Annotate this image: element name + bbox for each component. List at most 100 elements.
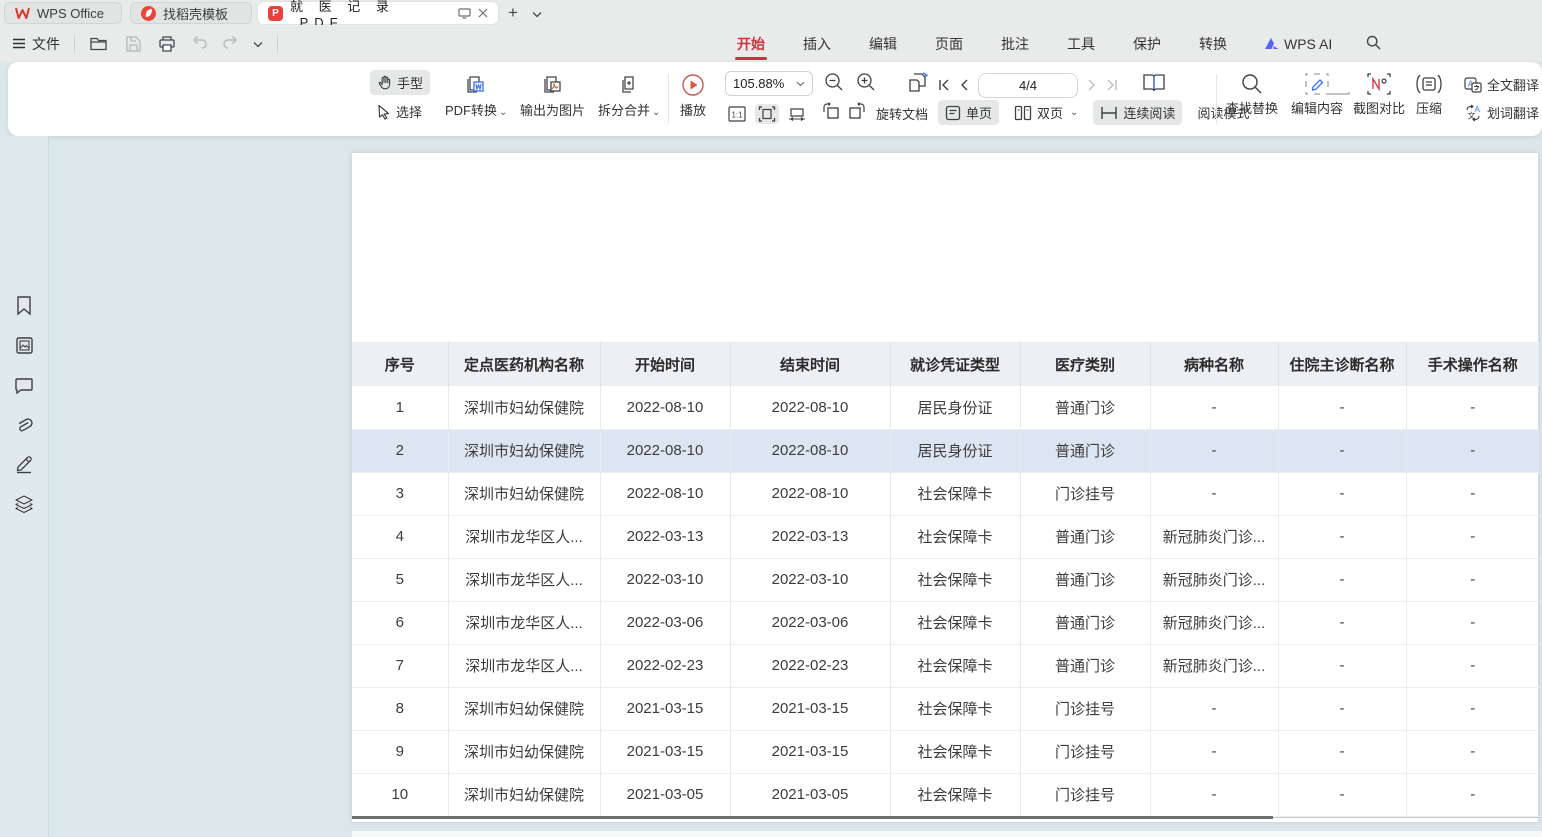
edit-content-icon	[1305, 73, 1329, 95]
menu-page[interactable]: 页面	[933, 26, 965, 62]
menu-edit[interactable]: 编辑	[867, 26, 899, 62]
tab-docer-templates[interactable]: 找稻壳模板	[130, 2, 252, 24]
table-cell: 2021-03-15	[730, 687, 890, 730]
table-cell: -	[1278, 472, 1406, 515]
table-cell: 普通门诊	[1020, 644, 1150, 687]
single-page-button[interactable]: 单页	[938, 100, 999, 125]
zoom-out-button[interactable]	[824, 72, 844, 99]
read-mode-book-icon[interactable]	[1142, 73, 1166, 98]
menu-home[interactable]: 开始	[735, 26, 767, 62]
table-cell: -	[1278, 730, 1406, 773]
divider	[668, 74, 669, 124]
table-row: 7深圳市龙华区人...2022-02-232022-02-23社会保障卡普通门诊…	[352, 644, 1539, 687]
fit-page-button[interactable]	[755, 104, 779, 124]
table-row: 9深圳市妇幼保健院2021-03-152021-03-15社会保障卡门诊挂号--…	[352, 730, 1539, 773]
rotate-pages-icon[interactable]	[906, 72, 930, 99]
menu-search-icon[interactable]	[1366, 35, 1381, 53]
screenshot-compare-button[interactable]: 截图对比	[1353, 73, 1405, 117]
table-cell: 2022-08-10	[600, 386, 730, 429]
next-page-button[interactable]	[1088, 78, 1096, 94]
pdf-convert-button[interactable]: PDF转换⌄	[445, 73, 507, 119]
continuous-read-button[interactable]: 连续阅读	[1093, 100, 1182, 125]
table-cell: 2022-03-13	[730, 515, 890, 558]
edit-content-button[interactable]: 编辑内容	[1291, 73, 1343, 117]
table-cell: -	[1278, 429, 1406, 472]
table-row: 5深圳市龙华区人...2022-03-102022-03-10社会保障卡普通门诊…	[352, 558, 1539, 601]
ribbon-toolbar: 手型 选择 PDF转换⌄ 输出为图片 拆分合并⌄ 播放	[8, 62, 1542, 136]
table-cell: 2022-02-23	[600, 644, 730, 687]
wps-ai-button[interactable]: WPS AI	[1263, 36, 1332, 52]
tab-list-chevron-icon[interactable]	[532, 5, 542, 23]
attachment-icon[interactable]	[12, 413, 36, 437]
pdf-page: 序号定点医药机构名称开始时间结束时间就诊凭证类型医疗类别病种名称住院主诊断名称手…	[352, 153, 1538, 822]
tab-monitor-icon[interactable]	[458, 8, 471, 19]
first-page-button[interactable]	[938, 78, 950, 94]
print-icon[interactable]	[157, 34, 177, 54]
table-cell: -	[1406, 773, 1539, 816]
compress-button[interactable]: 压缩	[1416, 73, 1442, 117]
save-icon[interactable]	[123, 34, 143, 54]
word-translate-button[interactable]: 文A 划词翻译 ⌄	[1460, 101, 1542, 124]
hand-tool-button[interactable]: 手型	[370, 70, 430, 95]
file-menu-button[interactable]: 文件	[12, 34, 60, 54]
prev-page-button[interactable]	[960, 78, 968, 94]
tab-close-icon[interactable]	[478, 8, 488, 18]
rotate-doc-button[interactable]: 旋转文档	[876, 104, 928, 123]
zoom-in-button[interactable]	[856, 72, 876, 99]
menu-insert[interactable]: 插入	[801, 26, 833, 62]
export-image-button[interactable]: 输出为图片	[520, 73, 585, 119]
table-cell: 深圳市妇幼保健院	[448, 429, 600, 472]
table-cell: 普通门诊	[1020, 558, 1150, 601]
split-merge-button[interactable]: 拆分合并⌄	[598, 73, 660, 119]
table-cell: -	[1406, 429, 1539, 472]
table-cell: 4	[352, 515, 448, 558]
find-replace-button[interactable]: 查找替换	[1226, 73, 1278, 117]
menu-comment[interactable]: 批注	[999, 26, 1031, 62]
double-page-button[interactable]: 双页 ⌄	[1007, 100, 1085, 125]
select-tool-button[interactable]: 选择	[370, 99, 430, 124]
double-page-icon	[1014, 105, 1032, 121]
table-header-cell: 定点医药机构名称	[448, 342, 600, 386]
layers-icon[interactable]	[12, 492, 36, 516]
actual-size-button[interactable]: 1:1	[725, 104, 749, 124]
menu-protect[interactable]: 保护	[1131, 26, 1163, 62]
horizontal-scrollbar[interactable]	[352, 831, 1542, 837]
comment-icon[interactable]	[12, 374, 36, 398]
redo-icon[interactable]	[222, 35, 239, 53]
table-cell: 2022-08-10	[600, 472, 730, 515]
fit-width-button[interactable]	[785, 104, 809, 124]
full-text-translate-button[interactable]: A 全文翻译	[1460, 73, 1542, 96]
table-row: 10深圳市妇幼保健院2021-03-052021-03-05社会保障卡门诊挂号-…	[352, 773, 1539, 816]
screenshot-compare-icon	[1367, 73, 1391, 95]
table-row: 2深圳市妇幼保健院2022-08-102022-08-10居民身份证普通门诊--…	[352, 429, 1539, 472]
tab-document-active[interactable]: P 就 医 记 录 .PDF	[258, 2, 498, 24]
table-row: 8深圳市妇幼保健院2021-03-152021-03-15社会保障卡门诊挂号--…	[352, 687, 1539, 730]
rotate-left-button[interactable]	[820, 102, 840, 125]
bookmark-icon[interactable]	[12, 293, 36, 317]
menu-items: 开始 插入 编辑 页面 批注 工具 保护 转换 WPS AI	[735, 25, 1381, 62]
table-cell: 2021-03-15	[600, 730, 730, 773]
last-page-button[interactable]	[1106, 78, 1118, 94]
zoom-level-select[interactable]: 105.88%	[725, 71, 813, 96]
new-tab-button[interactable]: +	[508, 3, 518, 23]
thumbnail-icon[interactable]	[12, 333, 36, 357]
table-cell: -	[1278, 644, 1406, 687]
table-cell: 社会保障卡	[890, 687, 1020, 730]
open-file-icon[interactable]	[89, 34, 109, 54]
menu-tools[interactable]: 工具	[1065, 26, 1097, 62]
rotate-right-button[interactable]	[848, 102, 868, 125]
menu-convert[interactable]: 转换	[1197, 26, 1229, 62]
play-button[interactable]: 播放	[680, 73, 706, 119]
page-number-input[interactable]	[978, 73, 1078, 98]
export-image-icon	[541, 73, 565, 97]
annotate-pen-icon[interactable]	[12, 452, 36, 476]
table-cell: 新冠肺炎门诊...	[1150, 644, 1278, 687]
table-cell: 2022-03-13	[600, 515, 730, 558]
fit-width-icon	[788, 106, 806, 122]
divider	[1216, 74, 1217, 124]
tab-wps-home[interactable]: WPS Office	[4, 2, 122, 24]
table-cell: -	[1278, 687, 1406, 730]
undo-icon[interactable]	[191, 35, 208, 53]
table-bottom-border	[352, 816, 1273, 819]
more-actions-chevron-icon[interactable]	[253, 35, 263, 53]
